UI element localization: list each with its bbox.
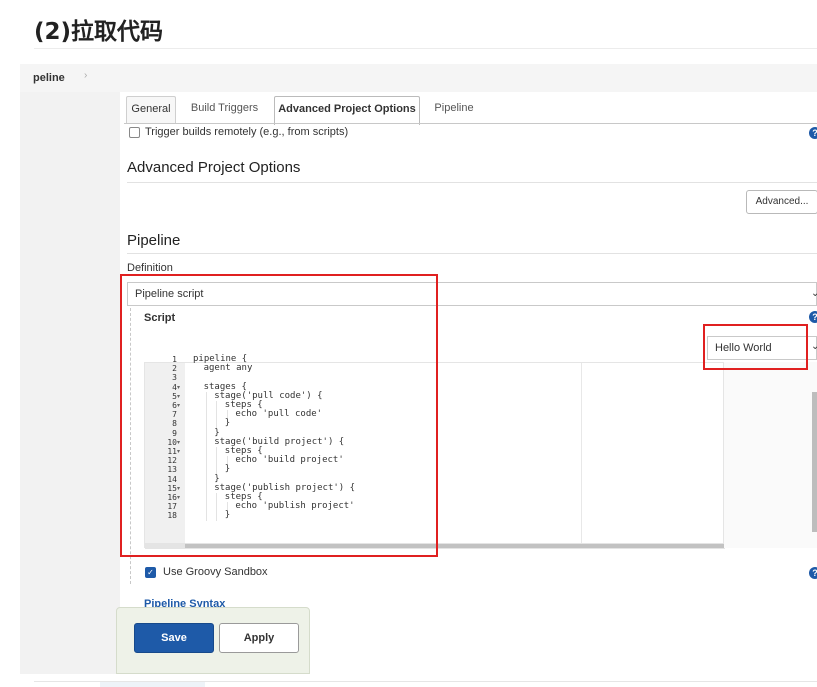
help-icon[interactable]: ? [809, 127, 817, 139]
advanced-button[interactable]: Advanced... [746, 190, 817, 214]
breadcrumb: peline › [20, 64, 817, 92]
breadcrumb-item-pipeline[interactable]: peline [33, 72, 65, 84]
trigger-remote-label: Trigger builds remotely (e.g., from scri… [145, 126, 349, 138]
trigger-remote-checkbox[interactable] [129, 127, 140, 138]
heading-divider [34, 48, 817, 49]
advanced-options-title: Advanced Project Options [127, 159, 301, 176]
section-divider [127, 253, 817, 254]
apply-button[interactable]: Apply [219, 623, 299, 653]
chevron-down-icon[interactable]: ⌄ [811, 288, 817, 299]
chevron-down-icon[interactable]: ⌄ [811, 341, 817, 352]
article-heading: (2)拉取代码 [34, 19, 164, 45]
breadcrumb-separator-icon: › [84, 70, 88, 81]
pipeline-section-title: Pipeline [127, 232, 181, 249]
tab-build-triggers[interactable]: Build Triggers [186, 96, 263, 123]
config-panel: General Build Triggers Advanced Project … [120, 92, 817, 674]
highlight-box-script [120, 274, 438, 557]
editor-print-margin [581, 363, 582, 549]
definition-label: Definition [127, 262, 173, 274]
footer-tab [100, 682, 205, 687]
tab-advanced-project-options[interactable]: Advanced Project Options [274, 96, 420, 125]
script-sidebar [724, 362, 817, 548]
groovy-sandbox-checkbox[interactable]: ✓ [145, 567, 156, 578]
jenkins-screenshot: peline › General Build Triggers Advanced… [20, 64, 817, 674]
editor-vertical-scrollbar[interactable] [812, 392, 817, 532]
tab-pipeline[interactable]: Pipeline [428, 96, 480, 123]
highlight-box-template [703, 324, 808, 370]
form-actions-bar: Save Apply [116, 607, 310, 674]
tab-general[interactable]: General [126, 96, 176, 123]
save-button[interactable]: Save [134, 623, 214, 653]
section-divider [127, 182, 817, 183]
help-icon[interactable]: ? [809, 311, 817, 323]
help-icon[interactable]: ? [809, 567, 817, 579]
groovy-sandbox-label: Use Groovy Sandbox [163, 566, 268, 578]
tab-strip-divider [124, 123, 817, 124]
